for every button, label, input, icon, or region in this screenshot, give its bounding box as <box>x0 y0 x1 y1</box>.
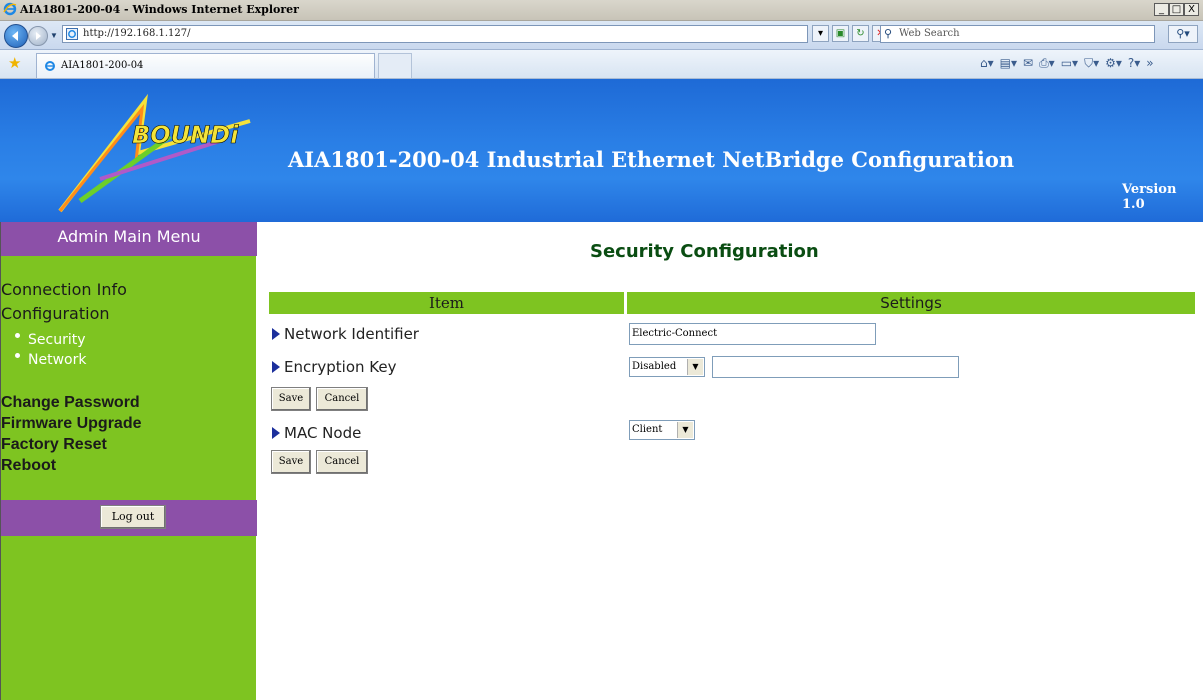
print-icon[interactable]: ⎙▾ <box>1039 56 1055 71</box>
logout-button[interactable]: Log out <box>100 505 166 529</box>
cancel-mac-button[interactable]: Cancel <box>316 450 368 474</box>
close-button[interactable]: X <box>1184 3 1199 16</box>
home-icon[interactable]: ⌂▾ <box>980 56 994 71</box>
new-tab-button[interactable] <box>378 53 412 78</box>
save-button[interactable]: Save <box>271 387 311 411</box>
forward-arrow-icon <box>36 32 41 40</box>
tab-page-icon <box>45 61 55 71</box>
column-header-settings: Settings <box>627 292 1195 314</box>
browser-tab[interactable]: AIA1801-200-04 <box>36 53 375 78</box>
ie-logo-icon <box>3 2 17 16</box>
window-controls: _ □ X <box>1154 3 1199 16</box>
address-input[interactable]: http://192.168.1.127/ <box>62 25 808 43</box>
window-title: AIA1801-200-04 - Windows Internet Explor… <box>20 3 299 16</box>
link-factory-reset[interactable]: Factory Reset <box>1 436 107 454</box>
column-header-item: Item <box>269 292 624 314</box>
tab-label: AIA1801-200-04 <box>61 60 144 71</box>
triangle-bullet-icon <box>272 328 280 340</box>
triangle-bullet-icon <box>272 427 280 439</box>
chevron-down-icon: ▼ <box>687 359 703 375</box>
menu-title: Admin Main Menu <box>57 227 201 246</box>
chevron-more-icon[interactable]: » <box>1146 56 1153 71</box>
link-reboot[interactable]: Reboot <box>1 457 56 475</box>
version-label: Version 1.0 <box>1122 182 1177 212</box>
compatibility-icon[interactable]: ▣ <box>832 25 849 42</box>
url-text: http://192.168.1.127/ <box>83 28 191 39</box>
abound-logo: BOUNDi <box>58 93 251 213</box>
back-arrow-icon <box>12 31 18 41</box>
refresh-icon[interactable]: ↻ <box>852 25 869 42</box>
logo-text: BOUNDi <box>132 121 239 149</box>
link-network[interactable]: Network <box>15 352 86 368</box>
bullet-icon <box>15 352 20 358</box>
encryption-mode-select[interactable]: Disabled ▼ <box>629 357 705 377</box>
mac-node-value: Client <box>632 424 663 435</box>
link-security[interactable]: Security <box>15 332 86 348</box>
encryption-key-input[interactable] <box>712 356 959 378</box>
command-bar: ⌂▾ ▤▾ ✉ ⎙▾ ▭▾ ⛉▾ ⚙▾ ?▾ » <box>980 56 1154 71</box>
admin-sidebar: Admin Main Menu Connection Info Configur… <box>0 222 257 700</box>
network-identifier-row-label: Network Identifier <box>272 325 419 343</box>
search-placeholder: Web Search <box>899 28 960 39</box>
link-connection-info[interactable]: Connection Info <box>1 280 127 299</box>
search-button[interactable]: ⚲▾ <box>1168 25 1198 43</box>
encryption-mode-value: Disabled <box>632 361 677 372</box>
minimize-button[interactable]: _ <box>1154 3 1169 16</box>
page-icon <box>66 28 78 40</box>
safety-icon[interactable]: ⛉▾ <box>1084 56 1099 71</box>
header-banner: BOUNDi AIA1801-200-04 Industrial Etherne… <box>0 79 1203 222</box>
mail-icon[interactable]: ✉ <box>1023 56 1033 71</box>
tab-bar: ★ AIA1801-200-04 ⌂▾ ▤▾ ✉ ⎙▾ ▭▾ ⛉▾ ⚙▾ ?▾ … <box>0 50 1203 79</box>
link-network-label: Network <box>28 352 87 368</box>
triangle-bullet-icon <box>272 361 280 373</box>
address-dropdown-button[interactable]: ▾ <box>812 25 829 42</box>
link-security-label: Security <box>28 332 86 348</box>
address-tools: ▾ ▣ ↻ ✕ <box>812 25 889 42</box>
bullet-icon <box>15 332 20 338</box>
favorites-star-icon[interactable]: ★ <box>8 56 21 71</box>
help-icon[interactable]: ?▾ <box>1128 56 1140 71</box>
link-configuration[interactable]: Configuration <box>1 304 110 323</box>
maximize-button[interactable]: □ <box>1169 3 1184 16</box>
search-icon: ⚲ <box>884 28 893 40</box>
cancel-button[interactable]: Cancel <box>316 387 368 411</box>
back-button[interactable] <box>4 24 28 48</box>
link-change-password[interactable]: Change Password <box>1 394 140 412</box>
mac-node-select[interactable]: Client ▼ <box>629 420 695 440</box>
network-identifier-label: Network Identifier <box>284 325 419 343</box>
search-input[interactable]: ⚲ Web Search <box>880 25 1155 43</box>
page-menu-icon[interactable]: ▭▾ <box>1061 56 1078 71</box>
tools-gear-icon[interactable]: ⚙▾ <box>1105 56 1122 71</box>
encryption-key-label: Encryption Key <box>284 358 397 376</box>
mac-node-row-label: MAC Node <box>272 424 361 442</box>
save-mac-button[interactable]: Save <box>271 450 311 474</box>
chevron-down-icon: ▼ <box>677 422 693 438</box>
page-heading: AIA1801-200-04 Industrial Ethernet NetBr… <box>288 147 1015 172</box>
mac-node-label: MAC Node <box>284 424 362 442</box>
encryption-key-row-label: Encryption Key <box>272 358 397 376</box>
window-titlebar: AIA1801-200-04 - Windows Internet Explor… <box>0 0 1203 21</box>
forward-button[interactable] <box>28 26 48 46</box>
history-dropdown-icon[interactable]: ▼ <box>50 31 58 40</box>
address-bar-row: ▼ http://192.168.1.127/ ▾ ▣ ↻ ✕ ⚲ Web Se… <box>0 21 1203 50</box>
menu-header: Admin Main Menu <box>1 222 257 256</box>
feeds-icon[interactable]: ▤▾ <box>1000 56 1017 71</box>
network-identifier-input[interactable]: Electric-Connect <box>629 323 876 345</box>
logout-bar: Log out <box>1 500 257 536</box>
link-firmware-upgrade[interactable]: Firmware Upgrade <box>1 415 141 433</box>
section-title: Security Configuration <box>590 241 819 262</box>
